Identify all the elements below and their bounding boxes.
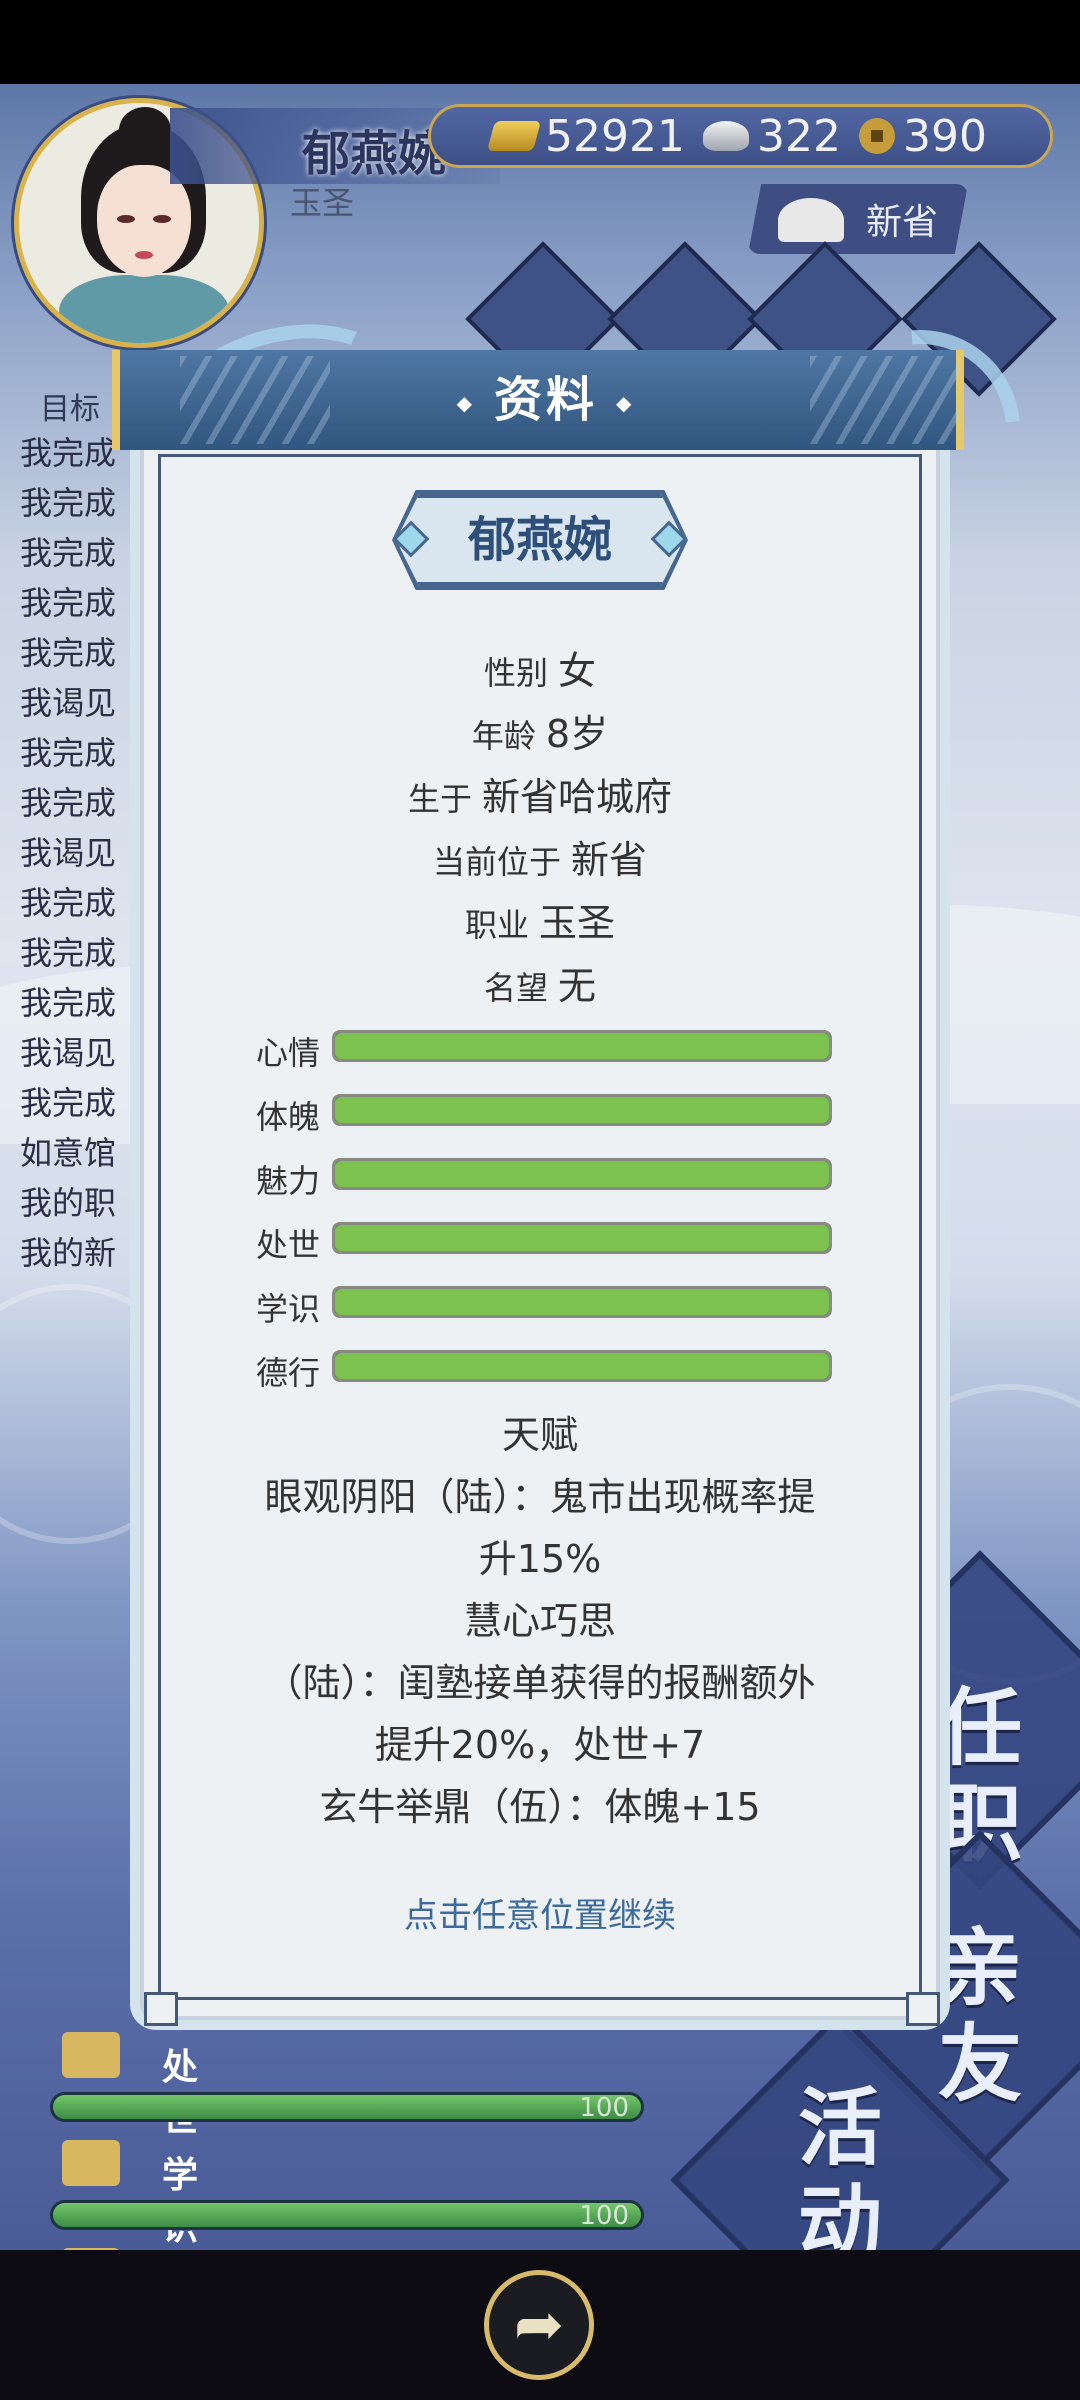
status-bar (0, 0, 1080, 84)
info-job: 职业 玉圣 (140, 892, 940, 947)
info-label: 名望 (483, 969, 548, 1007)
info-label: 年龄 (471, 717, 536, 755)
talent-line: 眼观阴阳（陆）：鬼市出现概率提 (264, 1475, 816, 1519)
talent-line: 升15% (478, 1537, 602, 1581)
info-value: 新省 (571, 838, 648, 882)
talent-line: 提升20%，处世+7 (374, 1723, 706, 1767)
attribute-label: 处世 (255, 1226, 320, 1264)
info-value: 8岁 (545, 712, 609, 756)
modal-header: 资料 (112, 350, 964, 450)
talent-line: （陆）：闺塾接单获得的报酬额外 (264, 1661, 816, 1705)
info-value: 无 (558, 964, 597, 1008)
attribute-bar-fill (335, 1033, 829, 1059)
attribute-bar-fill (335, 1353, 829, 1379)
info-fame: 名望无 (140, 955, 940, 1010)
share-arrow-icon: ➦ (513, 2290, 565, 2360)
attribute-bar (332, 1030, 832, 1062)
attribute-bar-fill (335, 1225, 829, 1251)
attribute-label: 魅力 (255, 1162, 320, 1200)
attribute-bar-fill (335, 1289, 829, 1315)
info-label: 职业 (464, 906, 529, 944)
frame-corner (144, 1992, 178, 2026)
attribute-bar-fill (335, 1161, 829, 1187)
attribute-label: 心情 (255, 1034, 320, 1072)
attribute-label: 学识 (255, 1290, 320, 1328)
attribute-bar (332, 1350, 832, 1382)
info-label: 性别 (483, 654, 548, 692)
attribute-bar (332, 1094, 832, 1126)
talent-title: 天赋 (501, 1413, 578, 1457)
attribute-bar (332, 1158, 832, 1190)
modal-title: 资料 (120, 350, 972, 450)
profile-name: 郁燕婉 (467, 512, 612, 568)
info-label: 生于 (407, 780, 472, 818)
info-gender: 性别女 (140, 640, 940, 695)
frame-corner (906, 1992, 940, 2026)
attribute-label: 德行 (255, 1354, 320, 1392)
attribute-bar-fill (335, 1097, 829, 1123)
info-value: 女 (558, 649, 597, 693)
attribute-label: 体魄 (255, 1098, 320, 1136)
attribute-bar (332, 1286, 832, 1318)
share-button[interactable]: ➦ (484, 2270, 594, 2380)
attribute-bar (332, 1222, 832, 1254)
info-born: 生于 新省哈城府 (140, 766, 940, 821)
info-value: 新省哈城府 (482, 775, 673, 819)
continue-hint[interactable]: 点击任意位置继续 (140, 1888, 940, 1937)
info-value: 玉圣 (539, 901, 616, 945)
info-age: 年龄 8岁 (140, 703, 940, 758)
talent-line: 玄牛举鼎（伍）：体魄+15 (319, 1785, 761, 1829)
info-label: 当前位于 (432, 843, 561, 881)
info-location: 当前位于 新省 (140, 829, 940, 884)
talent-line: 慧心巧思 (463, 1599, 616, 1643)
